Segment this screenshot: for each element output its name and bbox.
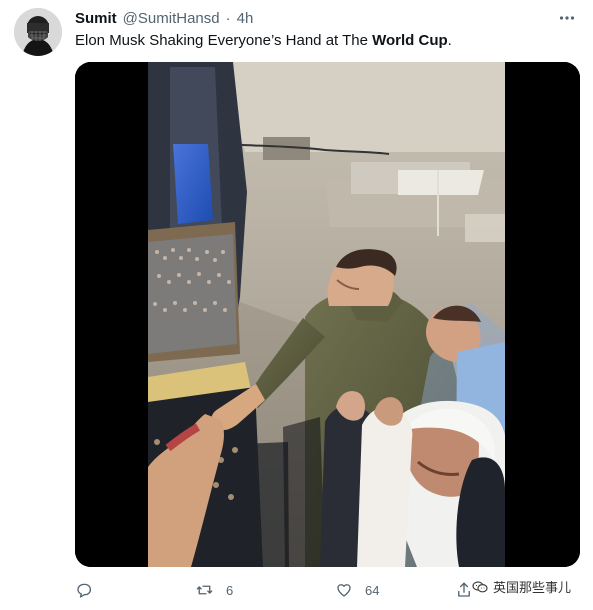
tweet-text-bold[interactable]: World Cup [372, 32, 448, 49]
stadium-photo [75, 62, 580, 567]
tweet-text-suffix: . [447, 32, 452, 49]
reply-button[interactable] [75, 581, 195, 599]
separator-dot: · [225, 10, 231, 27]
retweet-button[interactable]: 6 [195, 581, 335, 599]
share-icon [458, 582, 470, 597]
chat-bubble-icon [472, 580, 488, 592]
reply-icon [77, 583, 92, 598]
avatar-image [14, 8, 62, 56]
tweet-header: Sumit @SumitHansd · 4h [75, 8, 577, 30]
display-name[interactable]: Sumit [75, 9, 117, 29]
user-handle[interactable]: @SumitHansd [123, 9, 220, 29]
more-icon [559, 16, 575, 20]
watermark-text: 英国那些事儿 [492, 581, 571, 596]
share-button[interactable] [455, 581, 473, 599]
tweet-text-prefix: Elon Musk Shaking Everyone’s Hand at The [75, 32, 373, 49]
avatar[interactable] [14, 8, 62, 56]
source-watermark: 英国那些事儿 [472, 577, 571, 596]
more-button[interactable] [555, 8, 579, 28]
tweet-card[interactable]: Sumit @SumitHansd · 4h Elon Musk Shaking… [0, 0, 593, 610]
like-button[interactable]: 64 [335, 581, 455, 599]
tweet-video[interactable] [75, 62, 580, 567]
heart-icon [337, 584, 351, 597]
tweet-text: Elon Musk Shaking Everyone’s Hand at The… [75, 31, 575, 51]
like-count: 64 [365, 582, 380, 598]
retweet-icon [196, 585, 213, 595]
retweet-count: 6 [226, 582, 234, 598]
timestamp[interactable]: 4h [237, 9, 254, 29]
